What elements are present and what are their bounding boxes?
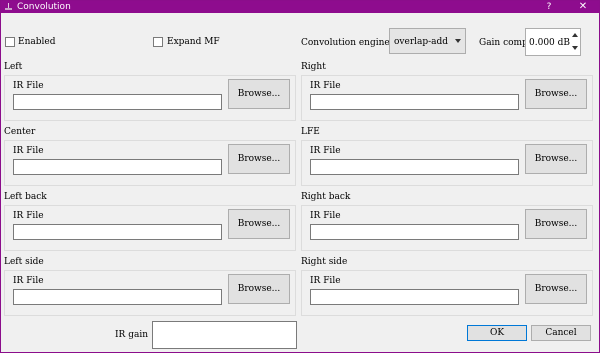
channel-group-lfe: IR File Browse... [301, 140, 593, 186]
spin-down-icon[interactable] [570, 42, 580, 55]
ir-file-input-lfe[interactable] [310, 159, 519, 175]
enabled-checkbox[interactable] [5, 37, 15, 47]
channel-group-center: IR File Browse... [4, 140, 296, 186]
convolution-dialog: Convolution ? ✕ Enabled Expand MF Convol… [0, 0, 600, 353]
browse-button-right-back[interactable]: Browse... [525, 209, 587, 239]
convolution-engine-value: overlap-add [394, 37, 449, 47]
ir-file-input-left-back[interactable] [13, 224, 222, 240]
ir-file-label: IR File [13, 211, 44, 221]
enabled-label: Enabled [18, 37, 56, 47]
ir-gain-label: IR gain [115, 330, 148, 340]
ir-file-label: IR File [310, 146, 341, 156]
ok-button[interactable]: OK [467, 325, 527, 341]
channel-group-right: IR File Browse... [301, 75, 593, 121]
channel-title-right: Right [301, 62, 326, 72]
browse-button-right-side[interactable]: Browse... [525, 274, 587, 304]
ir-file-input-left-side[interactable] [13, 289, 222, 305]
gain-comp-value: 0.000 dB [529, 38, 571, 48]
help-button[interactable]: ? [542, 1, 556, 13]
channel-group-left: IR File Browse... [4, 75, 296, 121]
ir-file-label: IR File [13, 146, 44, 156]
ir-file-input-right[interactable] [310, 94, 519, 110]
title-bar: Convolution ? ✕ [1, 1, 599, 13]
channel-title-lfe: LFE [301, 127, 320, 137]
window-title: Convolution [17, 2, 71, 12]
ir-file-input-left[interactable] [13, 94, 222, 110]
channel-title-left-side: Left side [4, 257, 44, 267]
expand-mf-checkbox[interactable] [153, 37, 163, 47]
channel-title-left: Left [4, 62, 23, 72]
browse-button-left[interactable]: Browse... [228, 79, 290, 109]
channel-title-center: Center [4, 127, 36, 137]
convolution-engine-label: Convolution engine [301, 38, 390, 48]
ir-file-label: IR File [310, 211, 341, 221]
ir-file-input-center[interactable] [13, 159, 222, 175]
channel-group-right-back: IR File Browse... [301, 205, 593, 251]
ir-file-input-right-back[interactable] [310, 224, 519, 240]
channel-group-right-side: IR File Browse... [301, 270, 593, 316]
browse-button-left-back[interactable]: Browse... [228, 209, 290, 239]
channel-title-right-side: Right side [301, 257, 348, 267]
spin-up-icon[interactable] [570, 29, 580, 42]
cancel-button[interactable]: Cancel [531, 325, 591, 341]
browse-button-left-side[interactable]: Browse... [228, 274, 290, 304]
browse-button-right[interactable]: Browse... [525, 79, 587, 109]
app-icon [5, 3, 12, 10]
gain-comp-label: Gain comp [479, 38, 528, 48]
browse-button-center[interactable]: Browse... [228, 144, 290, 174]
channel-title-left-back: Left back [4, 192, 47, 202]
ir-file-label: IR File [310, 81, 341, 91]
convolution-engine-select[interactable]: overlap-add [389, 28, 466, 54]
ir-file-label: IR File [13, 81, 44, 91]
close-button[interactable]: ✕ [576, 1, 590, 13]
ir-file-label: IR File [13, 276, 44, 286]
channel-title-right-back: Right back [301, 192, 351, 202]
gain-comp-spinbox[interactable]: 0.000 dB [525, 28, 581, 56]
channel-group-left-side: IR File Browse... [4, 270, 296, 316]
chevron-down-icon [455, 39, 461, 43]
ir-file-label: IR File [310, 276, 341, 286]
ir-gain-input[interactable] [152, 321, 297, 349]
ir-file-input-right-side[interactable] [310, 289, 519, 305]
browse-button-lfe[interactable]: Browse... [525, 144, 587, 174]
channel-group-left-back: IR File Browse... [4, 205, 296, 251]
expand-mf-label: Expand MF [167, 37, 220, 47]
